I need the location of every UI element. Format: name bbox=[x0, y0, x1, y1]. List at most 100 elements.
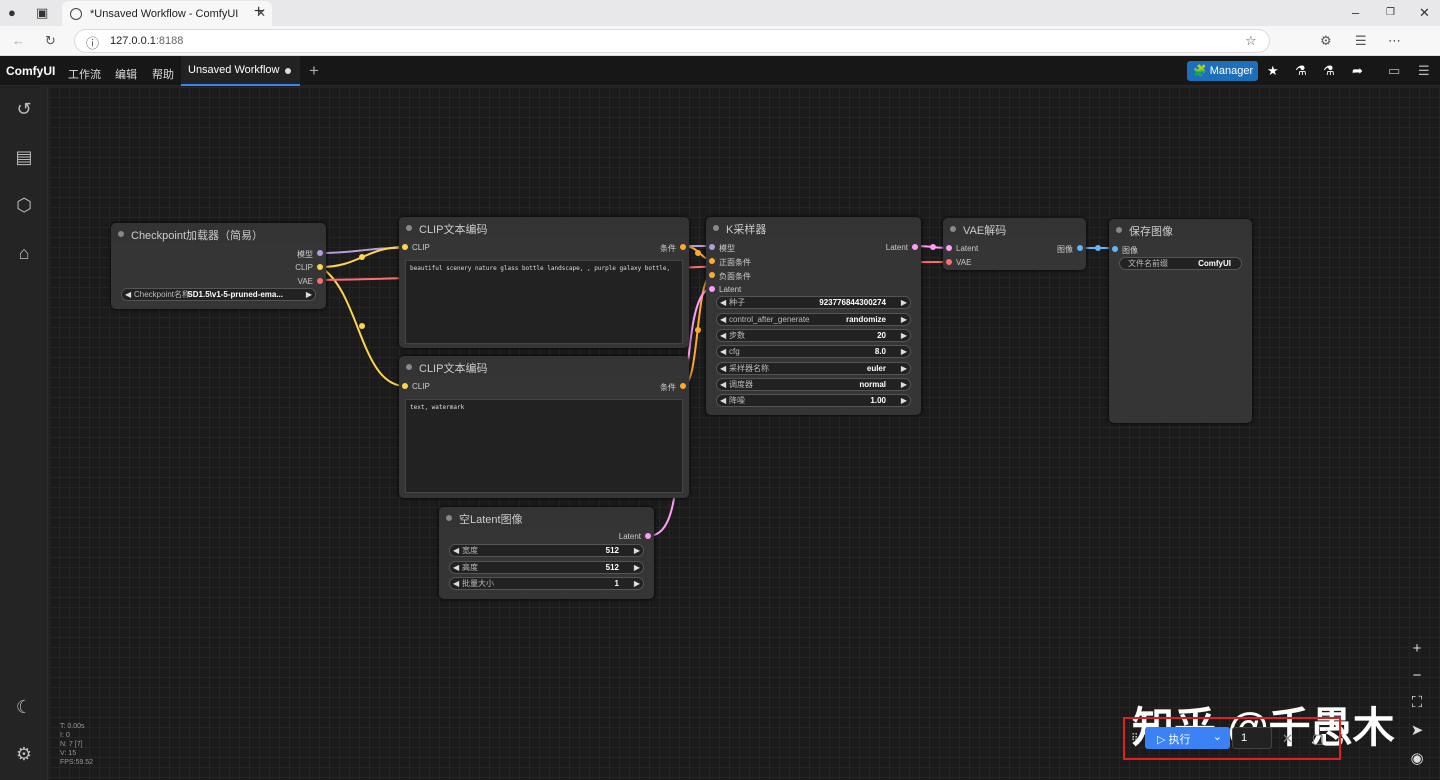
history-icon[interactable]: ↺ bbox=[12, 99, 36, 120]
steps-widget[interactable]: ◀ 步数 20 ▶ bbox=[716, 329, 911, 342]
checkpoint-name-combo[interactable]: ◀ Checkpoint名称 SD1.5\v1-5-pruned-ema... … bbox=[121, 288, 316, 301]
input-clip-slot[interactable] bbox=[402, 244, 408, 250]
new-workflow-icon[interactable]: + bbox=[309, 61, 319, 81]
node-save-image[interactable]: 保存图像 图像 文件名前缀 ComfyUI bbox=[1109, 219, 1252, 423]
arrow-right-icon[interactable]: ▶ bbox=[634, 545, 640, 556]
workflows-folder-icon[interactable]: ⌂ bbox=[12, 243, 36, 264]
input-negative-slot[interactable] bbox=[709, 272, 715, 278]
output-clip-slot[interactable] bbox=[317, 264, 323, 270]
browser-tab[interactable]: *Unsaved Workflow - ComfyUI ✕ bbox=[62, 1, 272, 26]
prompt-textarea[interactable]: beautiful scenery nature glass bottle la… bbox=[405, 260, 683, 344]
arrow-right-icon[interactable]: ▶ bbox=[901, 346, 907, 357]
hamburger-menu-icon[interactable]: ☰ bbox=[1418, 63, 1430, 79]
sampler-name-widget[interactable]: ◀ 采样器名称 euler ▶ bbox=[716, 362, 911, 375]
site-info-icon[interactable]: ⓘ bbox=[86, 33, 99, 52]
arrow-left-icon[interactable]: ◀ bbox=[720, 346, 726, 357]
extensions-icon[interactable]: ⚙ bbox=[1320, 33, 1332, 49]
favorites-list-icon[interactable]: ☰ bbox=[1355, 33, 1367, 49]
share-icon[interactable]: ➦ bbox=[1352, 63, 1363, 79]
run-button[interactable]: ▷ 执行 ⌄ bbox=[1145, 727, 1230, 749]
output-model-slot[interactable] bbox=[317, 250, 323, 256]
favorite-icon[interactable]: ☆ bbox=[1245, 33, 1257, 49]
maximize-icon[interactable]: ❐ bbox=[1386, 7, 1395, 18]
node-checkpoint-loader[interactable]: Checkpoint加载器（简易） 模型 CLIP VAE ◀ Checkpoi… bbox=[111, 223, 326, 309]
filename-prefix-widget[interactable]: 文件名前缀 ComfyUI bbox=[1119, 257, 1242, 270]
settings-gear-icon[interactable]: ⚙ bbox=[12, 744, 36, 765]
star-icon[interactable]: ★ bbox=[1267, 63, 1279, 79]
node-clip-text-encode-positive[interactable]: CLIP文本编码 CLIP 条件 beautiful scenery natur… bbox=[399, 217, 689, 348]
profile-icon[interactable]: ● bbox=[8, 5, 16, 20]
run-options-chevron-icon[interactable]: ⌄ bbox=[1213, 730, 1222, 743]
arrow-left-icon[interactable]: ◀ bbox=[720, 395, 726, 406]
output-vae-slot[interactable] bbox=[317, 278, 323, 284]
arrow-left-icon[interactable]: ◀ bbox=[453, 562, 459, 573]
flask-icon[interactable]: ⚗ bbox=[1295, 63, 1307, 79]
menu-edit[interactable]: 编辑 bbox=[115, 66, 137, 82]
arrow-left-icon[interactable]: ◀ bbox=[720, 363, 726, 374]
node-vae-decode[interactable]: VAE解码 Latent VAE 图像 bbox=[943, 218, 1086, 270]
width-widget[interactable]: ◀ 宽度 512 ▶ bbox=[449, 544, 644, 557]
output-conditioning-slot[interactable] bbox=[680, 244, 686, 250]
arrow-right-icon[interactable]: ▶ bbox=[634, 578, 640, 589]
height-widget[interactable]: ◀ 高度 512 ▶ bbox=[449, 561, 644, 574]
output-image-slot[interactable] bbox=[1077, 245, 1083, 251]
node-canvas[interactable] bbox=[49, 87, 1440, 780]
visibility-eye-icon[interactable]: ◉ bbox=[1408, 749, 1426, 767]
control-after-generate-widget[interactable]: ◀ control_after_generate randomize ▶ bbox=[716, 313, 911, 326]
arrow-left-icon[interactable]: ◀ bbox=[720, 297, 726, 308]
arrow-left-icon[interactable]: ◀ bbox=[720, 379, 726, 390]
seed-widget[interactable]: ◀ 种子 923776844300274 ▶ bbox=[716, 296, 911, 309]
output-latent-slot[interactable] bbox=[645, 533, 651, 539]
output-latent-slot[interactable] bbox=[912, 244, 918, 250]
workflow-tab[interactable]: Unsaved Workflow bbox=[181, 56, 300, 86]
output-conditioning-slot[interactable] bbox=[680, 383, 686, 389]
batch-size-widget[interactable]: ◀ 批量大小 1 ▶ bbox=[449, 577, 644, 590]
zoom-in-icon[interactable]: + bbox=[1408, 640, 1426, 657]
node-empty-latent-image[interactable]: 空Latent图像 Latent ◀ 宽度 512 ▶ ◀ 高度 512 ▶ ◀ 批量大小 1 ▶ bbox=[439, 507, 654, 599]
fit-view-icon[interactable]: ⛶ bbox=[1408, 694, 1426, 711]
back-icon[interactable]: ← bbox=[12, 33, 25, 48]
arrow-left-icon[interactable]: ◀ bbox=[125, 289, 131, 300]
panel-toggle-icon[interactable]: ▭ bbox=[1388, 63, 1400, 79]
input-positive-slot[interactable] bbox=[709, 258, 715, 264]
menu-workflow[interactable]: 工作流 bbox=[68, 66, 101, 82]
manager-button[interactable]: 🧩 Manager bbox=[1187, 61, 1258, 81]
model-library-icon[interactable]: ⬡ bbox=[12, 195, 36, 216]
input-model-slot[interactable] bbox=[709, 244, 715, 250]
input-image-slot[interactable] bbox=[1112, 246, 1118, 252]
window-close-icon[interactable]: ✕ bbox=[1419, 5, 1430, 21]
new-tab-icon[interactable]: + bbox=[254, 3, 263, 21]
tab-actions-icon[interactable]: ▣ bbox=[36, 5, 48, 21]
node-clip-text-encode-negative[interactable]: CLIP文本编码 CLIP 条件 text, watermark bbox=[399, 356, 689, 498]
input-latent-slot[interactable] bbox=[709, 286, 715, 292]
input-latent-slot[interactable] bbox=[946, 245, 952, 251]
arrow-left-icon[interactable]: ◀ bbox=[720, 314, 726, 325]
prompt-textarea[interactable]: text, watermark bbox=[405, 399, 683, 493]
zoom-out-icon[interactable]: − bbox=[1408, 667, 1426, 684]
node-ksampler[interactable]: K采样器 模型 正面条件 负面条件 Latent Latent ◀ 种子 92377… bbox=[706, 217, 921, 415]
more-icon[interactable]: ⋯ bbox=[1388, 33, 1401, 49]
arrow-right-icon[interactable]: ▶ bbox=[901, 395, 907, 406]
queue-list-icon[interactable]: ▤ bbox=[12, 147, 36, 168]
denoise-widget[interactable]: ◀ 降噪 1.00 ▶ bbox=[716, 394, 911, 407]
input-clip-slot[interactable] bbox=[402, 383, 408, 389]
cfg-widget[interactable]: ◀ cfg 8.0 ▶ bbox=[716, 345, 911, 358]
scheduler-widget[interactable]: ◀ 调度器 normal ▶ bbox=[716, 378, 911, 391]
arrow-right-icon[interactable]: ▶ bbox=[901, 363, 907, 374]
theme-moon-icon[interactable]: ☾ bbox=[12, 697, 36, 718]
batch-count-input[interactable]: 1 bbox=[1232, 727, 1272, 749]
arrow-right-icon[interactable]: ▶ bbox=[306, 289, 312, 300]
arrow-left-icon[interactable]: ◀ bbox=[453, 578, 459, 589]
input-vae-slot[interactable] bbox=[946, 259, 952, 265]
arrow-right-icon[interactable]: ▶ bbox=[901, 314, 907, 325]
arrow-right-icon[interactable]: ▶ bbox=[634, 562, 640, 573]
select-mode-icon[interactable]: ➤ bbox=[1408, 721, 1426, 739]
cancel-icon[interactable]: ✕ bbox=[1282, 731, 1293, 747]
menu-help[interactable]: 帮助 bbox=[152, 66, 174, 82]
drag-handle-icon[interactable]: ⠿ bbox=[1131, 733, 1138, 744]
arrow-right-icon[interactable]: ▶ bbox=[901, 379, 907, 390]
minimize-icon[interactable]: – bbox=[1352, 5, 1359, 20]
arrow-right-icon[interactable]: ▶ bbox=[901, 330, 907, 341]
flask-alt-icon[interactable]: ⚗ bbox=[1323, 63, 1335, 79]
queue-square-icon[interactable]: ▢ bbox=[1312, 731, 1324, 747]
